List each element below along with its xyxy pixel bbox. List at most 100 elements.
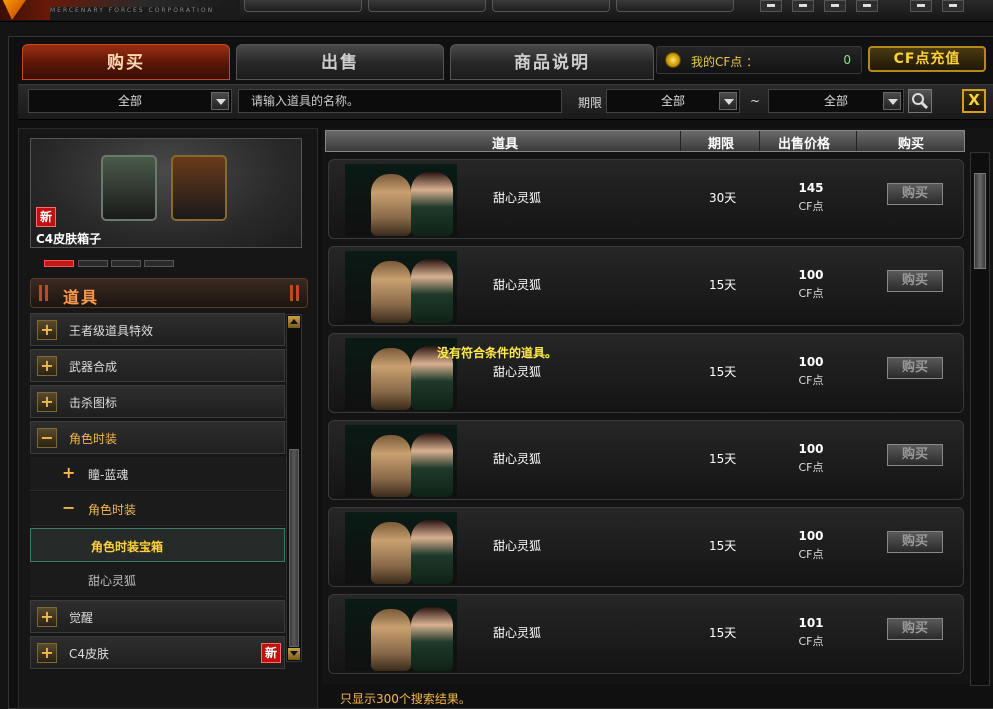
period-range-separator: ~ (750, 94, 761, 108)
item-price-unit: CF点 (798, 461, 824, 474)
item-period: 15天 (709, 539, 737, 553)
item-row[interactable]: 甜心灵狐 15天 101 CF点 购买 (328, 594, 964, 674)
game-logo: MERCENARY FORCES CORPORATION (0, 0, 240, 20)
scrollbar-thumb[interactable] (289, 449, 299, 647)
buy-button[interactable]: 购买 (887, 270, 943, 292)
result-limit-notice: 只显示300个搜索结果。 (340, 692, 471, 706)
top-nav-tab-3[interactable] (492, 0, 610, 12)
item-row[interactable]: 甜心灵狐 15天 100 CF点 购买 (328, 507, 964, 587)
item-name: 甜心灵狐 (493, 626, 542, 640)
top-nav-tab-1[interactable] (244, 0, 362, 12)
item-period: 15天 (709, 278, 737, 292)
scrollbar-thumb[interactable] (974, 173, 986, 269)
carousel-dot[interactable] (78, 260, 108, 267)
chevron-down-icon[interactable] (719, 92, 737, 110)
subcategory-item[interactable]: 甜心灵狐 (30, 563, 285, 597)
subcategory-label: 角色时装宝箱 (91, 540, 164, 554)
chevron-down-icon[interactable] (211, 92, 229, 110)
item-list-scrollbar[interactable] (970, 152, 990, 686)
item-period: 15天 (709, 626, 737, 640)
expand-icon[interactable]: + (37, 392, 57, 412)
item-row[interactable]: 甜心灵狐 15天 100 CF点 购买 (328, 333, 964, 413)
expand-icon[interactable]: + (62, 463, 75, 482)
buy-button[interactable]: 购买 (887, 531, 943, 553)
category-item[interactable]: + C4皮肤 新 (30, 636, 285, 669)
item-period: 15天 (709, 365, 737, 379)
period-to-select[interactable]: 全部 (768, 89, 904, 113)
period-from-select[interactable]: 全部 (606, 89, 740, 113)
category-header-title: 道具 (63, 288, 100, 307)
no-item-message: 没有符合条件的道具。 (437, 346, 558, 360)
close-button[interactable]: X (962, 89, 986, 113)
buy-button[interactable]: 购买 (887, 357, 943, 379)
category-item[interactable]: + 王者级道具特效 (30, 313, 285, 346)
collapse-icon[interactable]: − (37, 428, 57, 448)
item-price-unit: CF点 (798, 374, 824, 387)
category-item[interactable]: + 击杀图标 (30, 385, 285, 418)
subcategory-item-selected[interactable]: 角色时装宝箱 (30, 528, 285, 562)
subcategory-label: 甜心灵狐 (88, 574, 137, 588)
tab-item-description[interactable]: 商品说明 (450, 44, 654, 80)
option-icon[interactable] (856, 0, 878, 12)
buy-button[interactable]: 购买 (887, 618, 943, 640)
expand-icon[interactable]: + (37, 607, 57, 627)
logo-emblem-icon (0, 0, 30, 20)
new-badge: 新 (36, 207, 56, 227)
item-row[interactable]: 甜心灵狐 15天 100 CF点 购买 (328, 246, 964, 326)
carousel-dot[interactable] (44, 260, 74, 267)
category-item[interactable]: − 角色时装 (30, 421, 285, 454)
item-thumbnail (345, 251, 457, 323)
period-to-value: 全部 (823, 94, 848, 108)
item-thumbnail (345, 425, 457, 497)
item-price-unit: CF点 (798, 548, 824, 561)
expand-icon[interactable]: + (37, 643, 57, 663)
item-price: 145 (798, 181, 824, 195)
search-button[interactable] (908, 89, 932, 113)
help-icon[interactable] (942, 0, 964, 12)
expand-icon[interactable]: + (37, 356, 57, 376)
subcategory-item[interactable]: + 瞳-蓝魂 (30, 457, 285, 491)
category-scrollbar[interactable] (286, 314, 302, 662)
category-item[interactable]: + 武器合成 (30, 349, 285, 382)
top-nav-tab-4[interactable] (616, 0, 734, 12)
top-nav-tab-2[interactable] (368, 0, 486, 12)
minimize-icon[interactable] (760, 0, 782, 12)
item-row[interactable]: 甜心灵狐 30天 145 CF点 购买 (328, 159, 964, 239)
subcategory-label: 角色时装 (88, 503, 137, 517)
carousel-dot[interactable] (111, 260, 141, 267)
tab-buy[interactable]: 购买 (22, 44, 230, 80)
category-select[interactable]: 全部 (28, 89, 232, 113)
scroll-up-icon[interactable] (288, 316, 300, 328)
settings-icon[interactable] (910, 0, 932, 12)
tab-sell[interactable]: 出售 (236, 44, 444, 80)
chevron-down-icon[interactable] (883, 92, 901, 110)
period-label: 期限 (578, 96, 603, 110)
menu-icon[interactable] (824, 0, 846, 12)
cf-balance-panel: 我的CF点 ： 0 (656, 46, 862, 74)
category-label: 觉醒 (69, 611, 94, 625)
logo-subtitle: MERCENARY FORCES CORPORATION (50, 7, 240, 20)
collapse-icon[interactable]: − (62, 498, 75, 517)
item-thumbnail (345, 512, 457, 584)
buy-button[interactable]: 购买 (887, 183, 943, 205)
c4-skin-image (101, 155, 157, 221)
category-label: 王者级道具特效 (69, 324, 154, 338)
item-row[interactable]: 甜心灵狐 15天 100 CF点 购买 (328, 420, 964, 500)
item-price: 101 (798, 616, 824, 630)
item-price: 100 (798, 442, 824, 456)
window-icon[interactable] (792, 0, 814, 12)
search-input[interactable]: 请输入道具的名称。 (238, 89, 562, 113)
category-item[interactable]: + 觉醒 (30, 600, 285, 633)
scroll-down-icon[interactable] (288, 648, 300, 660)
carousel-dot[interactable] (144, 260, 174, 267)
item-price: 100 (798, 529, 824, 543)
category-label: 武器合成 (69, 360, 118, 374)
buy-button[interactable]: 购买 (887, 444, 943, 466)
column-header: 道具 期限 出售价格 购买 (325, 130, 965, 152)
period-from-value: 全部 (660, 94, 685, 108)
expand-icon[interactable]: + (37, 320, 57, 340)
subcategory-item[interactable]: − 角色时装 (30, 492, 285, 526)
cf-balance-label: 我的CF点 ： (691, 55, 759, 69)
cf-recharge-button[interactable]: CF点充值 (868, 46, 986, 72)
item-price-unit: CF点 (798, 200, 824, 213)
